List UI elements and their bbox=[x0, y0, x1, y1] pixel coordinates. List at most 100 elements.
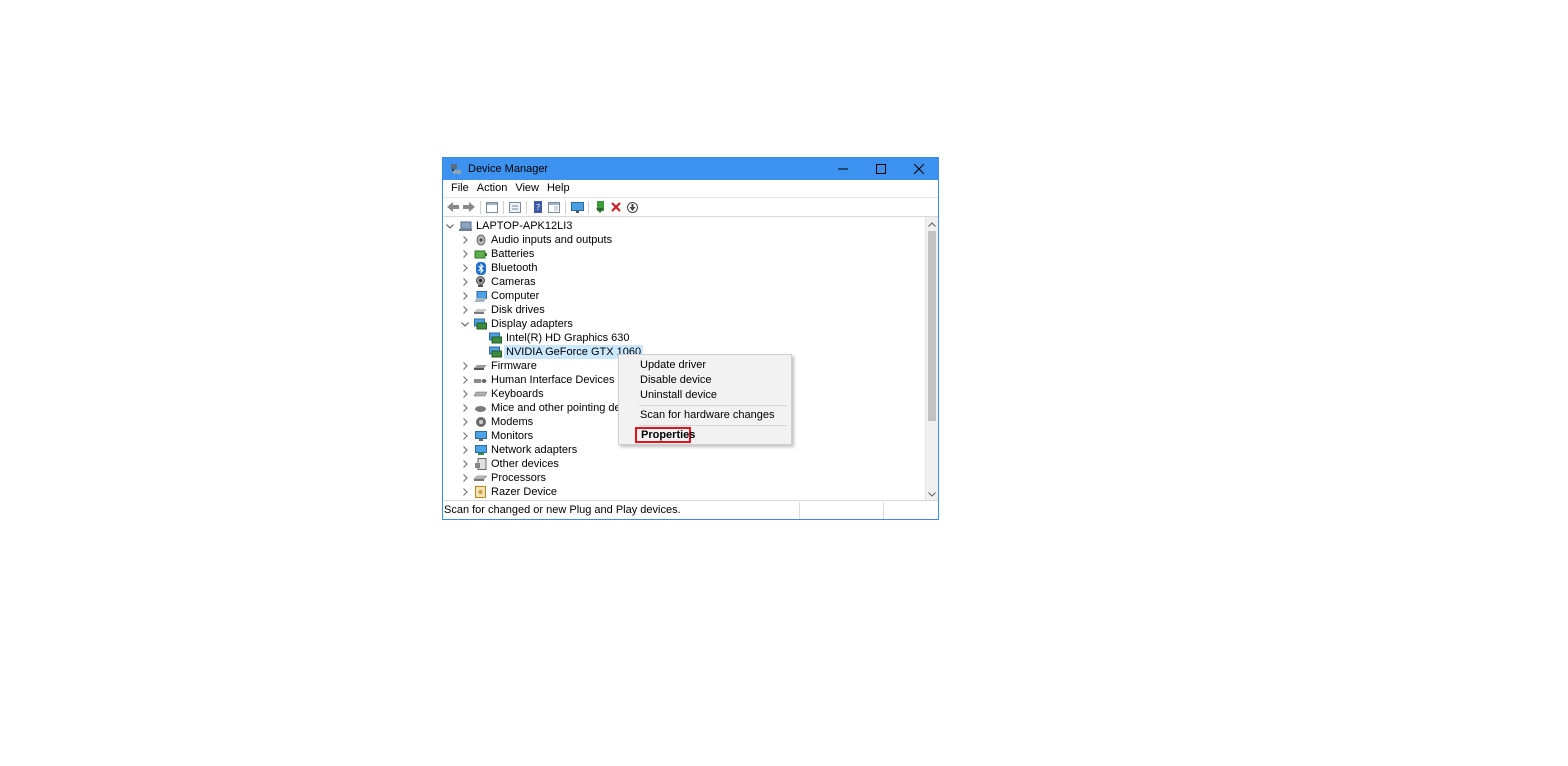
tree-item-monitors[interactable]: Monitors bbox=[460, 429, 535, 443]
tree-item-computer[interactable]: Computer bbox=[460, 289, 541, 303]
chevron-right-icon[interactable] bbox=[460, 247, 470, 261]
title-bar[interactable]: Device Manager bbox=[443, 158, 938, 180]
chevron-right-icon[interactable] bbox=[460, 261, 470, 275]
device-manager-window: Device Manager File Action View Help ? L… bbox=[442, 157, 939, 520]
tree-item-razer-device[interactable]: Razer Device bbox=[460, 485, 559, 499]
window-title: Device Manager bbox=[468, 163, 549, 175]
tree-item-label: Human Interface Devices bbox=[491, 374, 615, 386]
tree-item-label: Processors bbox=[491, 472, 547, 484]
hid-keyboard-icon bbox=[474, 374, 487, 387]
properties-view-icon[interactable] bbox=[508, 200, 522, 214]
close-button[interactable] bbox=[900, 158, 938, 180]
status-text: Scan for changed or new Plug and Play de… bbox=[444, 504, 681, 516]
mouse-icon bbox=[474, 402, 487, 415]
menu-separator bbox=[639, 425, 787, 426]
chevron-right-icon[interactable] bbox=[460, 457, 470, 471]
vertical-scrollbar[interactable] bbox=[925, 217, 938, 501]
menu-separator bbox=[639, 405, 787, 406]
menu-file[interactable]: File bbox=[447, 180, 473, 197]
chevron-right-icon[interactable] bbox=[460, 275, 470, 289]
tree-item-disk-drives[interactable]: Disk drives bbox=[460, 303, 547, 317]
tree-item-label: Audio inputs and outputs bbox=[491, 234, 613, 246]
menu-action[interactable]: Action bbox=[473, 180, 512, 197]
menu-item-update-driver[interactable]: Update driver bbox=[640, 358, 706, 373]
menu-item-uninstall-device[interactable]: Uninstall device bbox=[640, 388, 717, 403]
maximize-button[interactable] bbox=[862, 158, 900, 180]
menu-bar: File Action View Help bbox=[443, 180, 938, 197]
toolbar: ? bbox=[443, 197, 938, 217]
tree-root[interactable]: LAPTOP-APK12LI3 bbox=[445, 219, 574, 233]
update-driver-icon[interactable] bbox=[593, 200, 607, 214]
tree-item-label: Firmware bbox=[491, 360, 537, 372]
download-driver-icon[interactable] bbox=[625, 200, 639, 214]
chevron-right-icon[interactable] bbox=[460, 443, 470, 457]
processor-icon bbox=[474, 472, 487, 485]
chevron-right-icon[interactable] bbox=[460, 415, 470, 429]
status-bar: Scan for changed or new Plug and Play de… bbox=[443, 500, 938, 519]
chevron-down-icon[interactable] bbox=[460, 317, 470, 331]
minimize-button[interactable] bbox=[824, 158, 862, 180]
back-icon[interactable] bbox=[446, 200, 460, 214]
scan-hardware-monitor-icon[interactable] bbox=[570, 200, 584, 214]
menu-view[interactable]: View bbox=[511, 180, 543, 197]
menu-item-properties[interactable]: Properties bbox=[635, 427, 695, 443]
chevron-right-icon[interactable] bbox=[460, 429, 470, 443]
chevron-right-icon[interactable] bbox=[460, 471, 470, 485]
scroll-thumb[interactable] bbox=[928, 231, 936, 421]
scroll-up-icon[interactable] bbox=[926, 218, 938, 230]
tree-item-hid[interactable]: Human Interface Devices bbox=[460, 373, 617, 387]
status-cell bbox=[883, 501, 938, 519]
tree-item-label: Razer Device bbox=[491, 486, 558, 498]
unknown-device-icon bbox=[474, 458, 487, 471]
tree-item-label: Disk drives bbox=[491, 304, 545, 316]
menu-help[interactable]: Help bbox=[543, 180, 574, 197]
tree-item-label: Modems bbox=[491, 416, 534, 428]
chevron-right-icon[interactable] bbox=[460, 373, 470, 387]
chevron-right-icon[interactable] bbox=[460, 289, 470, 303]
chevron-down-icon[interactable] bbox=[445, 219, 455, 233]
action-pane-icon[interactable] bbox=[547, 200, 561, 214]
chevron-right-icon[interactable] bbox=[460, 401, 470, 415]
tree-item-label: Other devices bbox=[491, 458, 559, 470]
tree-item-other-devices[interactable]: Other devices bbox=[460, 457, 561, 471]
close-icon bbox=[914, 164, 924, 174]
tree-item-modems[interactable]: Modems bbox=[460, 415, 535, 429]
context-menu: Update driver Disable device Uninstall d… bbox=[618, 354, 792, 445]
scroll-down-icon[interactable] bbox=[926, 488, 938, 500]
show-hide-console-tree-icon[interactable] bbox=[485, 200, 499, 214]
menu-item-scan-hardware[interactable]: Scan for hardware changes bbox=[640, 408, 775, 423]
chevron-right-icon[interactable] bbox=[460, 485, 470, 499]
tree-item-cameras[interactable]: Cameras bbox=[460, 275, 538, 289]
tree-item-firmware[interactable]: Firmware bbox=[460, 359, 539, 373]
display-adapter-icon bbox=[489, 332, 502, 345]
tree-item-network-adapters[interactable]: Network adapters bbox=[460, 443, 579, 457]
tree-item-label: Intel(R) HD Graphics 630 bbox=[506, 332, 630, 344]
webcam-icon bbox=[474, 276, 487, 289]
monitor-icon bbox=[474, 290, 487, 303]
toolbar-separator bbox=[565, 200, 566, 214]
tree-item-label: Display adapters bbox=[491, 318, 573, 330]
tree-item-audio[interactable]: Audio inputs and outputs bbox=[460, 233, 614, 247]
tree-item-keyboards[interactable]: Keyboards bbox=[460, 387, 546, 401]
tree-item-intel-hd-630[interactable]: Intel(R) HD Graphics 630 bbox=[475, 331, 632, 345]
keyboard-icon bbox=[474, 388, 487, 401]
maximize-icon bbox=[876, 164, 886, 174]
tree-item-display-adapters[interactable]: Display adapters bbox=[460, 317, 575, 331]
tree-item-processors[interactable]: Processors bbox=[460, 471, 548, 485]
chevron-right-icon[interactable] bbox=[460, 359, 470, 373]
computer-icon bbox=[459, 220, 472, 233]
speaker-icon bbox=[474, 234, 487, 247]
tree-item-bluetooth[interactable]: Bluetooth bbox=[460, 261, 539, 275]
chevron-right-icon[interactable] bbox=[460, 387, 470, 401]
display-adapter-icon bbox=[489, 346, 502, 359]
chevron-right-icon[interactable] bbox=[460, 233, 470, 247]
tree-item-batteries[interactable]: Batteries bbox=[460, 247, 536, 261]
svg-text:?: ? bbox=[536, 203, 540, 212]
menu-item-disable-device[interactable]: Disable device bbox=[640, 373, 712, 388]
toolbar-separator bbox=[480, 200, 481, 214]
help-book-icon[interactable]: ? bbox=[531, 200, 545, 214]
forward-icon[interactable] bbox=[462, 200, 476, 214]
chevron-right-icon[interactable] bbox=[460, 303, 470, 317]
uninstall-x-icon[interactable] bbox=[609, 200, 623, 214]
